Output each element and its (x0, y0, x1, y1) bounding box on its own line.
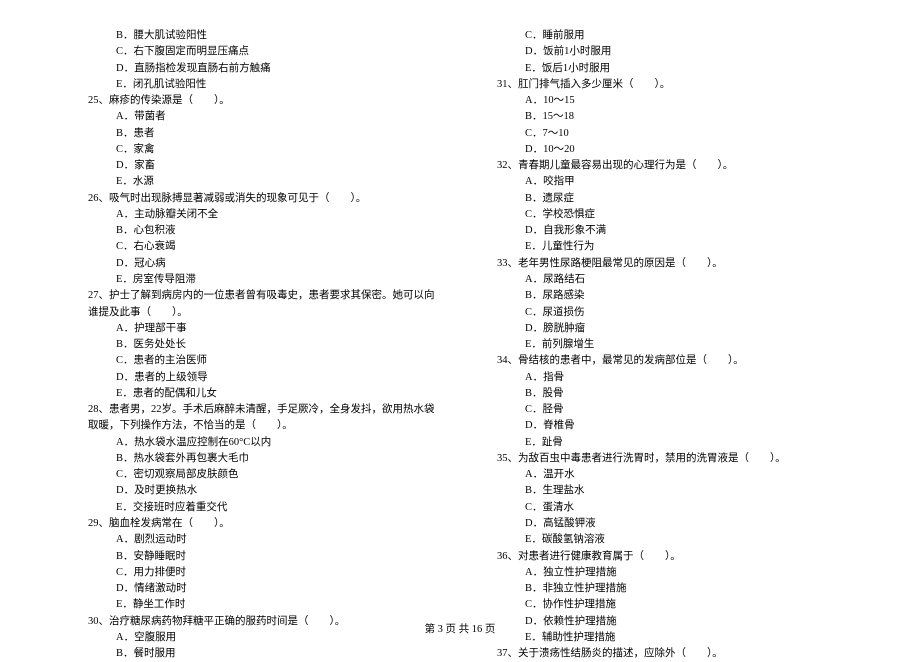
option-text: D．脊椎骨 (497, 418, 850, 434)
option-text: A．护理部干事 (88, 321, 441, 337)
option-text: A．主动脉瓣关闭不全 (88, 207, 441, 223)
question-27-head: 27、护士了解到病房内的一位患者曾有吸毒史，患者要求其保密。她可以向谁提及此事（… (88, 288, 441, 321)
question-33-head: 33、老年男性尿路梗阻最常见的原因是（ ）。 (497, 256, 850, 272)
option-text: A．温开水 (497, 467, 850, 483)
question-36-head: 36、对患者进行健康教育属于（ ）。 (497, 549, 850, 565)
option-text: E．前列腺增生 (497, 337, 850, 353)
option-text: E．碳酸氢钠溶液 (497, 532, 850, 548)
page-footer: 第 3 页 共 16 页 (0, 622, 920, 638)
option-text: C．家禽 (88, 142, 441, 158)
option-text: D．家畜 (88, 158, 441, 174)
option-text: C．密切观察局部皮肤颜色 (88, 467, 441, 483)
question-26-head: 26、吸气时出现脉搏显著减弱或消失的现象可见于（ ）。 (88, 191, 441, 207)
question-25-head: 25、麻疹的传染源是（ ）。 (88, 93, 441, 109)
option-text: A．10～15 (497, 93, 850, 109)
option-text: A．剧烈运动时 (88, 532, 441, 548)
option-text: C．右下腹固定而明显压痛点 (88, 44, 441, 60)
option-text: B．医务处处长 (88, 337, 441, 353)
option-text: C．学校恐惧症 (497, 207, 850, 223)
right-column: C．睡前服用 D．饭前1小时服用 E．饭后1小时服用 31、肛门排气插入多少厘米… (497, 28, 850, 662)
option-text: E．趾骨 (497, 435, 850, 451)
left-column: B．腰大肌试验阳性 C．右下腹固定而明显压痛点 D．直肠指检发现直肠右前方触痛 … (88, 28, 441, 662)
question-34-head: 34、骨结核的患者中，最常见的发病部位是（ ）。 (497, 353, 850, 369)
option-text: B．非独立性护理措施 (497, 581, 850, 597)
option-text: D．冠心病 (88, 256, 441, 272)
option-text: B．股骨 (497, 386, 850, 402)
option-text: E．儿童性行为 (497, 239, 850, 255)
option-text: A．带菌者 (88, 109, 441, 125)
option-text: D．情绪激动时 (88, 581, 441, 597)
option-text: B．安静睡眠时 (88, 549, 441, 565)
option-text: D．自我形象不满 (497, 223, 850, 239)
option-text: B．心包积液 (88, 223, 441, 239)
option-text: E．患者的配偶和儿女 (88, 386, 441, 402)
option-text: A．独立性护理措施 (497, 565, 850, 581)
option-text: C．右心衰竭 (88, 239, 441, 255)
option-text: E．静坐工作时 (88, 597, 441, 613)
option-text: E．饭后1小时服用 (497, 61, 850, 77)
option-text: C．睡前服用 (497, 28, 850, 44)
option-text: C．患者的主治医师 (88, 353, 441, 369)
option-text: C．尿道损伤 (497, 305, 850, 321)
option-text: A．热水袋水温应控制在60°C以内 (88, 435, 441, 451)
option-text: D．及时更换热水 (88, 483, 441, 499)
option-text: B．尿路感染 (497, 288, 850, 304)
question-37-head: 37、关于溃疡性结肠炎的描述，应除外（ ）。 (497, 646, 850, 662)
option-text: C．胫骨 (497, 402, 850, 418)
option-text: D．饭前1小时服用 (497, 44, 850, 60)
option-text: B．腰大肌试验阳性 (88, 28, 441, 44)
question-31-head: 31、肛门排气插入多少厘米（ ）。 (497, 77, 850, 93)
option-text: B．遗尿症 (497, 191, 850, 207)
option-text: C．协作性护理措施 (497, 597, 850, 613)
option-text: B．餐时服用 (88, 646, 441, 662)
option-text: A．指骨 (497, 370, 850, 386)
option-text: E．水源 (88, 174, 441, 190)
option-text: C．蛋清水 (497, 500, 850, 516)
question-29-head: 29、脑血栓发病常在（ ）。 (88, 516, 441, 532)
option-text: B．生理盐水 (497, 483, 850, 499)
question-32-head: 32、青春期儿童最容易出现的心理行为是（ ）。 (497, 158, 850, 174)
option-text: C．7～10 (497, 126, 850, 142)
option-text: E．交接班时应着重交代 (88, 500, 441, 516)
option-text: A．咬指甲 (497, 174, 850, 190)
option-text: B．15～18 (497, 109, 850, 125)
question-28-head: 28、患者男，22岁。手术后麻醉未清醒，手足厥冷，全身发抖，欲用热水袋取暖，下列… (88, 402, 441, 435)
option-text: A．尿路结石 (497, 272, 850, 288)
two-column-layout: B．腰大肌试验阳性 C．右下腹固定而明显压痛点 D．直肠指检发现直肠右前方触痛 … (88, 28, 850, 662)
option-text: D．高锰酸钾液 (497, 516, 850, 532)
option-text: D．膀胱肿瘤 (497, 321, 850, 337)
option-text: E．房室传导阻滞 (88, 272, 441, 288)
option-text: D．患者的上级领导 (88, 370, 441, 386)
option-text: D．直肠指检发现直肠右前方触痛 (88, 61, 441, 77)
option-text: C．用力排便时 (88, 565, 441, 581)
question-35-head: 35、为敌百虫中毒患者进行洗胃时，禁用的洗胃液是（ ）。 (497, 451, 850, 467)
option-text: B．患者 (88, 126, 441, 142)
option-text: B．热水袋套外再包裹大毛巾 (88, 451, 441, 467)
option-text: D．10～20 (497, 142, 850, 158)
option-text: E．闭孔肌试验阳性 (88, 77, 441, 93)
